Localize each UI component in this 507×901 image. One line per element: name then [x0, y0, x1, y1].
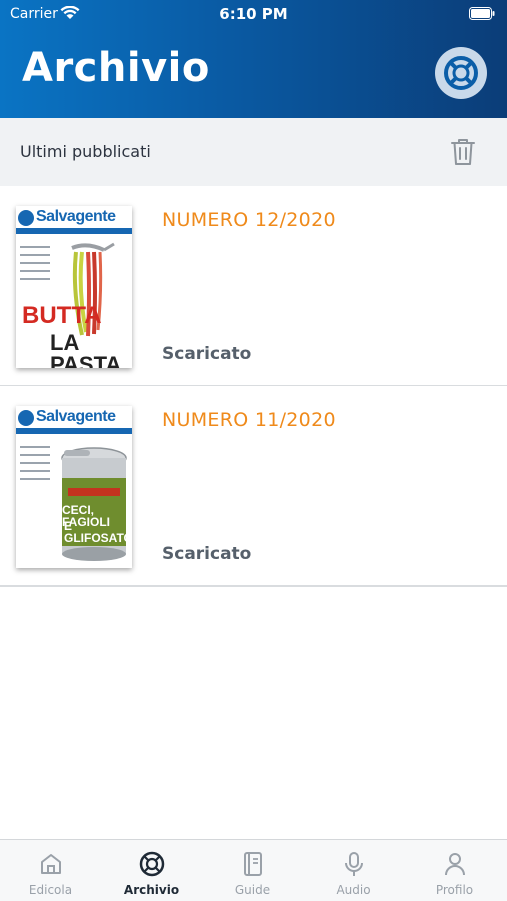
tab-label: Audio	[336, 883, 371, 897]
issue-row[interactable]: Salvagente CECI, FAGIOLI E GLIFOSATO NUM…	[0, 386, 507, 587]
cover-strip	[16, 228, 132, 234]
cover-logo: Salvagente	[36, 408, 116, 425]
page-title: Archivio	[22, 45, 210, 91]
cover-headline-top: BUTTA	[22, 302, 102, 329]
issue-status: Scaricato	[162, 344, 252, 364]
cover-masthead: Salvagente	[16, 406, 132, 436]
help-button[interactable]	[435, 47, 487, 99]
issue-title[interactable]: NUMERO 11/2020	[162, 409, 336, 431]
tab-profilo[interactable]: Profilo	[404, 840, 505, 901]
cover-side-text	[20, 246, 50, 286]
cover-logo: Salvagente	[36, 208, 116, 225]
tab-label: Profilo	[435, 883, 474, 897]
status-time: 6:10 PM	[219, 5, 288, 23]
cover-headline-bottom: E GLIFOSATO	[64, 519, 132, 545]
tab-audio[interactable]: Audio	[303, 840, 404, 901]
tab-label: Edicola	[28, 883, 73, 897]
tab-label: Archivio	[123, 883, 180, 897]
lifebuoy-icon	[444, 56, 478, 90]
tab-bar: Edicola Archivio Guide Audio Profilo	[0, 839, 507, 901]
issue-cover-image[interactable]: Salvagente CECI, FAGIOLI E GLIFOSATO	[16, 406, 132, 568]
cover-logo-icon	[18, 210, 34, 226]
cover-side-text	[20, 446, 50, 486]
lifebuoy-icon	[139, 851, 165, 877]
cover-logo-icon	[18, 410, 34, 426]
delete-button[interactable]	[449, 137, 477, 167]
tab-guide[interactable]: Guide	[202, 840, 303, 901]
person-icon	[445, 853, 465, 876]
issue-status: Scaricato	[162, 544, 252, 564]
tab-archivio[interactable]: Archivio	[101, 840, 202, 901]
issue-row[interactable]: Salvagente BUTTA LA PASTA NUMERO 12/2020…	[0, 186, 507, 387]
trash-icon	[451, 139, 475, 165]
status-bar: Carrier 6:10 PM	[0, 0, 507, 28]
microphone-icon	[345, 852, 363, 876]
battery-icon	[469, 7, 495, 20]
issue-cover-image[interactable]: Salvagente BUTTA LA PASTA	[16, 206, 132, 368]
cover-masthead: Salvagente	[16, 206, 132, 236]
issue-title[interactable]: NUMERO 12/2020	[162, 209, 336, 231]
book-icon	[244, 852, 262, 876]
tab-label: Guide	[234, 883, 271, 897]
home-icon	[41, 854, 61, 874]
cover-headline-bottom: LA PASTA	[50, 330, 122, 369]
tab-edicola[interactable]: Edicola	[0, 840, 101, 901]
section-title: Ultimi pubblicati	[20, 142, 151, 161]
cover-strip	[16, 428, 132, 434]
section-header: Ultimi pubblicati	[0, 118, 507, 186]
app-header: Carrier 6:10 PM Archivio	[0, 0, 507, 118]
